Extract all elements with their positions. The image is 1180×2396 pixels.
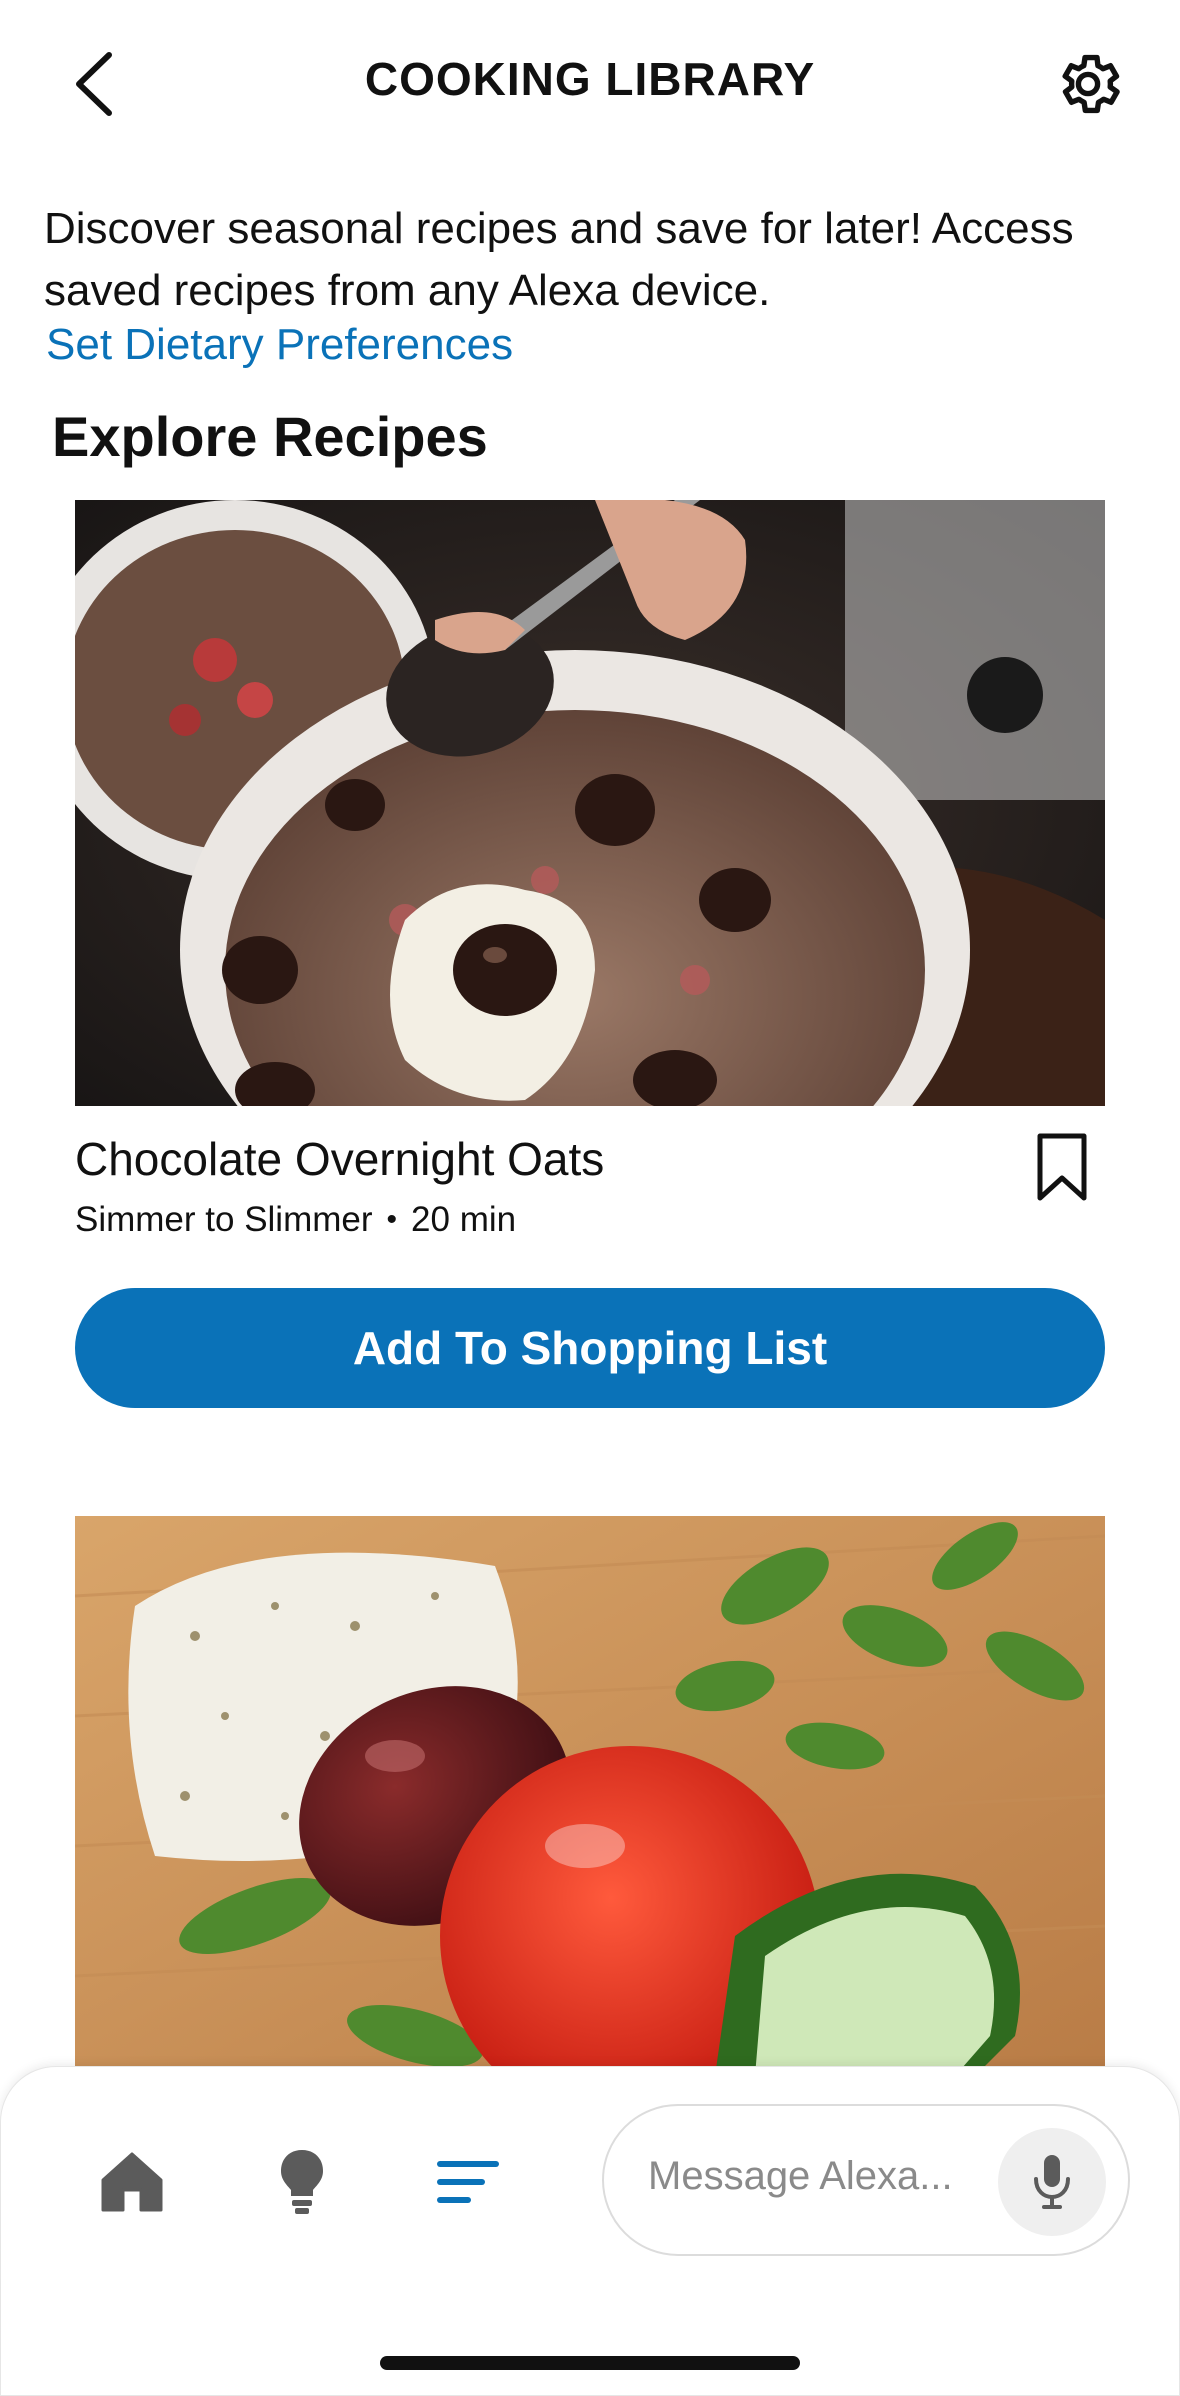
recipe-source: Simmer to Slimmer [75, 1200, 373, 1239]
bookmark-button[interactable] [1034, 1132, 1094, 1208]
add-to-shopping-list-button[interactable]: Add To Shopping List [75, 1288, 1105, 1408]
home-nav-button[interactable] [92, 2142, 172, 2222]
feta-olive-tomato-cucumber-photo [75, 1516, 1105, 2076]
oats-photo [75, 500, 1105, 1106]
gear-icon [1062, 54, 1120, 114]
home-icon [101, 2152, 163, 2212]
set-dietary-preferences-link[interactable]: Set Dietary Preferences [46, 320, 513, 370]
recipe-image-feta[interactable] [75, 1516, 1105, 2076]
home-indicator [380, 2356, 800, 2370]
recipe-title[interactable]: Chocolate Overnight Oats [75, 1132, 604, 1186]
intro-text: Discover seasonal recipes and save for l… [44, 204, 1074, 315]
microphone-button[interactable] [998, 2128, 1106, 2236]
page-title: COOKING LIBRARY [364, 53, 816, 105]
recipe-time: 20 min [411, 1200, 517, 1239]
settings-button[interactable] [1048, 44, 1128, 124]
more-nav-button[interactable] [428, 2142, 508, 2222]
meta-separator: • [386, 1203, 398, 1236]
lightbulb-icon [281, 2150, 323, 2214]
cooking-library-screen: COOKING LIBRARY Discover seasonal recipe… [0, 0, 1180, 2396]
bookmark-icon [1037, 1133, 1087, 1201]
recipe-image-oats[interactable] [75, 500, 1105, 1106]
lists-icon [437, 2161, 499, 2203]
message-placeholder: Message Alexa... [648, 2154, 953, 2198]
recipe-meta: Simmer to Slimmer • 20 min [75, 1200, 516, 1240]
header: COOKING LIBRARY [0, 0, 1180, 170]
discover-nav-button[interactable] [262, 2142, 342, 2222]
section-title: Explore Recipes [52, 405, 488, 468]
microphone-icon [1034, 2155, 1070, 2209]
